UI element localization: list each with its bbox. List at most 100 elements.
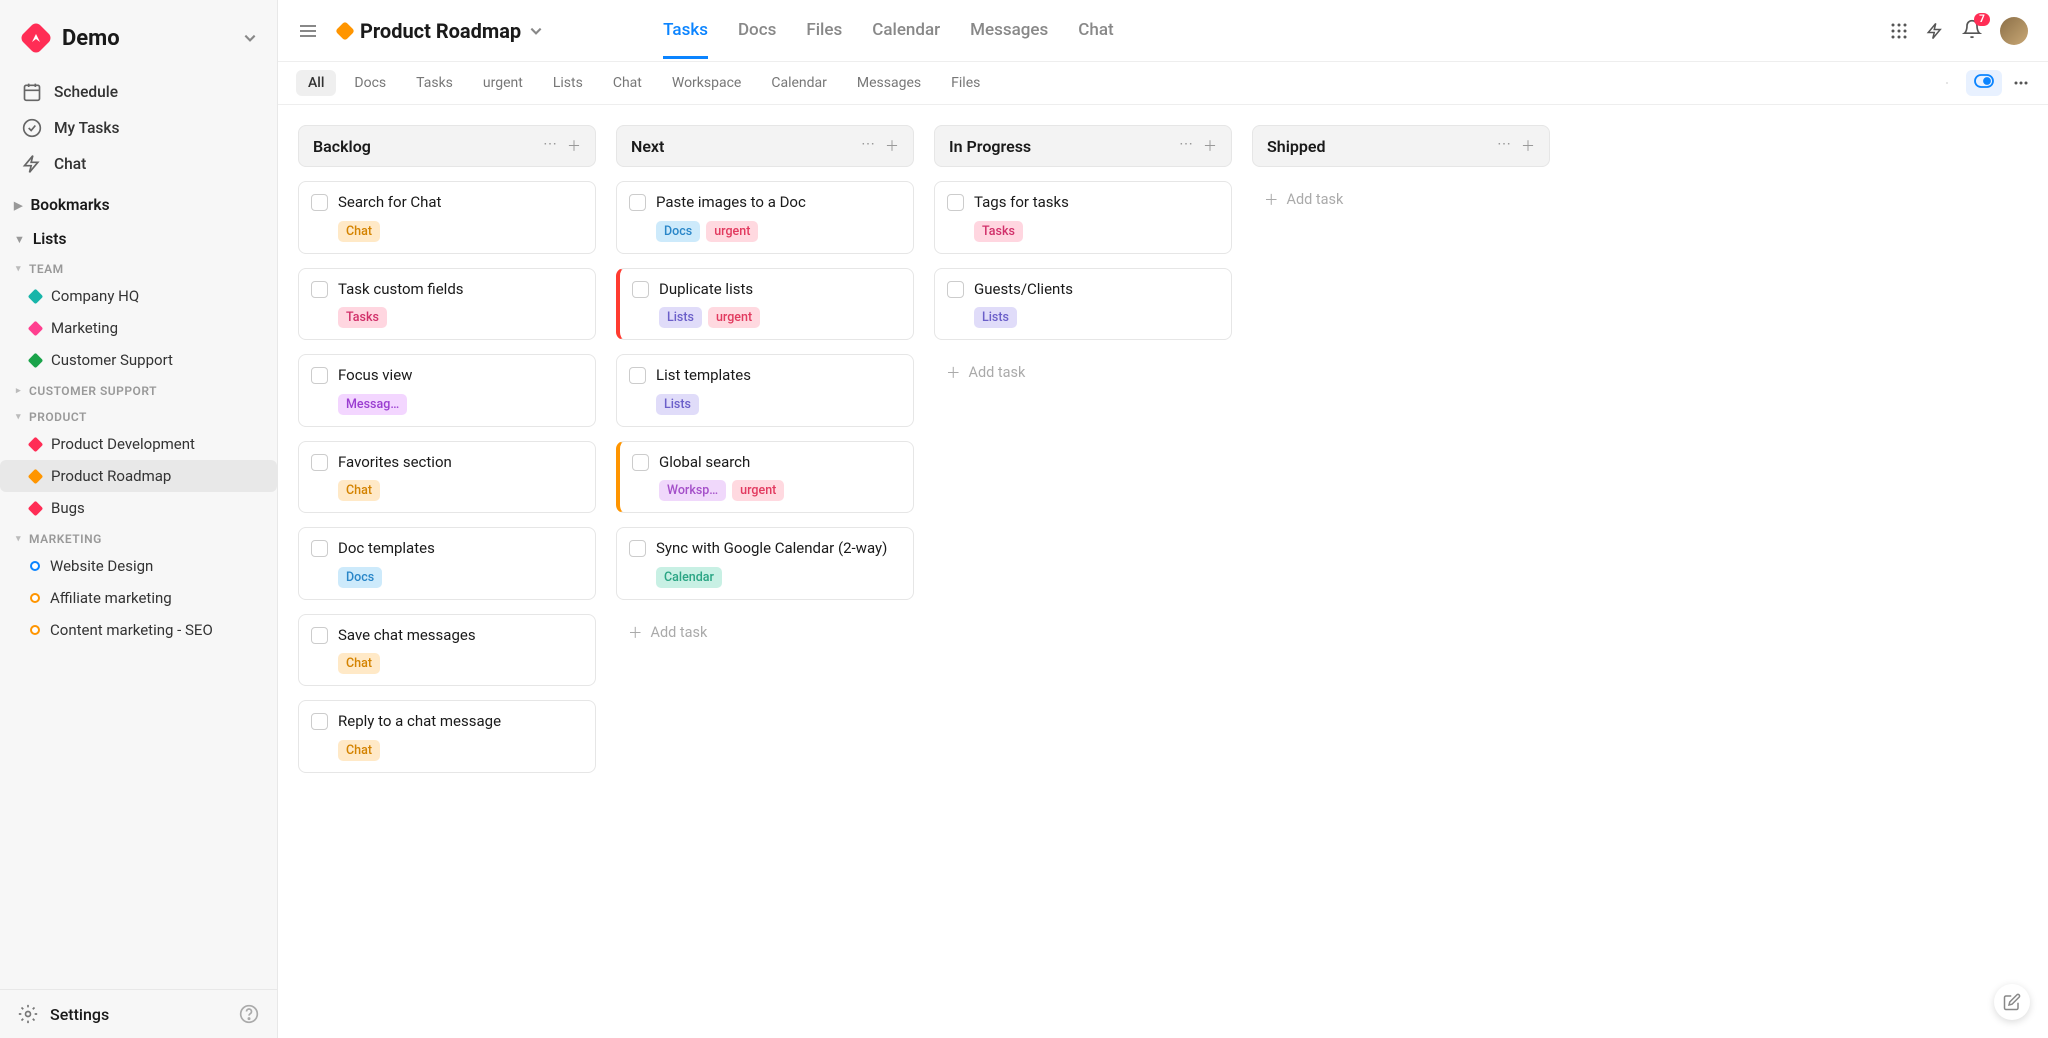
sidebar-nav-chat[interactable]: Chat — [10, 146, 267, 182]
bolt-icon[interactable] — [1926, 22, 1944, 40]
filter-chip-calendar[interactable]: Calendar — [759, 70, 839, 96]
sidebar-list-bugs[interactable]: Bugs — [0, 492, 277, 524]
task-checkbox[interactable] — [629, 367, 646, 384]
sidebar-list-website-design[interactable]: Website Design — [0, 550, 277, 582]
task-card[interactable]: List templatesLists — [616, 354, 914, 427]
sidebar-nav-my-tasks[interactable]: My Tasks — [10, 110, 267, 146]
task-card[interactable]: Search for ChatChat — [298, 181, 596, 254]
filter-chip-files[interactable]: Files — [939, 70, 992, 96]
sidebar-list-marketing[interactable]: Marketing — [0, 312, 277, 344]
filter-chip-lists[interactable]: Lists — [541, 70, 595, 96]
tag[interactable]: Tasks — [974, 221, 1023, 242]
column-header[interactable]: Shipped ⋯ ＋ — [1252, 125, 1550, 167]
tab-calendar[interactable]: Calendar — [872, 2, 940, 59]
tab-messages[interactable]: Messages — [970, 2, 1048, 59]
hamburger-icon[interactable] — [298, 21, 318, 41]
task-checkbox[interactable] — [629, 540, 646, 557]
task-checkbox[interactable] — [311, 627, 328, 644]
tag[interactable]: Lists — [974, 307, 1017, 328]
tag[interactable]: Chat — [338, 740, 380, 761]
task-card[interactable]: Global searchWorksp…urgent — [616, 441, 914, 514]
sidebar-list-content-marketing---seo[interactable]: Content marketing - SEO — [0, 614, 277, 646]
more-icon[interactable]: ⋯ — [543, 136, 557, 156]
task-checkbox[interactable] — [311, 454, 328, 471]
tag[interactable]: Docs — [656, 221, 700, 242]
task-card[interactable]: Focus viewMessag… — [298, 354, 596, 427]
add-icon[interactable]: ＋ — [885, 136, 899, 156]
tab-chat[interactable]: Chat — [1078, 2, 1113, 59]
tag[interactable]: Docs — [338, 567, 382, 588]
sidebar-list-product-roadmap[interactable]: Product Roadmap — [0, 460, 277, 492]
tag[interactable]: Worksp… — [659, 480, 726, 501]
tag[interactable]: Tasks — [338, 307, 387, 328]
more-icon[interactable] — [2012, 74, 2030, 92]
list-view-icon[interactable] — [1938, 74, 1956, 92]
task-card[interactable]: Task custom fieldsTasks — [298, 268, 596, 341]
filter-chip-docs[interactable]: Docs — [342, 70, 398, 96]
task-card[interactable]: Paste images to a DocDocsurgent — [616, 181, 914, 254]
task-checkbox[interactable] — [311, 194, 328, 211]
help-icon[interactable] — [239, 1004, 259, 1024]
board-view-icon[interactable] — [1966, 70, 2002, 96]
apps-grid-icon[interactable] — [1890, 22, 1908, 40]
tag[interactable]: Lists — [656, 394, 699, 415]
filter-chip-chat[interactable]: Chat — [601, 70, 654, 96]
tag[interactable]: Chat — [338, 221, 380, 242]
sidebar-list-company-hq[interactable]: Company HQ — [0, 280, 277, 312]
task-checkbox[interactable] — [311, 713, 328, 730]
notifications-button[interactable]: 7 — [1962, 19, 1982, 43]
bookmarks-header[interactable]: ▶ Bookmarks — [0, 186, 277, 220]
sidebar-list-product-development[interactable]: Product Development — [0, 428, 277, 460]
column-header[interactable]: Backlog ⋯ ＋ — [298, 125, 596, 167]
task-card[interactable]: Tags for tasksTasks — [934, 181, 1232, 254]
task-checkbox[interactable] — [947, 281, 964, 298]
task-card[interactable]: Favorites sectionChat — [298, 441, 596, 514]
task-checkbox[interactable] — [311, 540, 328, 557]
group-header-product[interactable]: ▾PRODUCT — [0, 402, 277, 428]
more-icon[interactable]: ⋯ — [1179, 136, 1193, 156]
task-checkbox[interactable] — [311, 367, 328, 384]
group-header-marketing[interactable]: ▾MARKETING — [0, 524, 277, 550]
add-task-button[interactable]: ＋Add task — [934, 354, 1232, 391]
task-checkbox[interactable] — [632, 454, 649, 471]
breadcrumb[interactable]: Product Roadmap — [338, 19, 543, 43]
tag[interactable]: urgent — [706, 221, 758, 242]
filter-chip-messages[interactable]: Messages — [845, 70, 933, 96]
more-icon[interactable]: ⋯ — [861, 136, 875, 156]
task-card[interactable]: Doc templatesDocs — [298, 527, 596, 600]
sidebar-list-customer-support[interactable]: Customer Support — [0, 344, 277, 376]
settings-button[interactable]: Settings — [0, 989, 277, 1038]
filter-chip-all[interactable]: All — [296, 70, 336, 96]
task-checkbox[interactable] — [311, 281, 328, 298]
add-icon[interactable]: ＋ — [1203, 136, 1217, 156]
avatar[interactable] — [2000, 17, 2028, 45]
tag[interactable]: urgent — [708, 307, 760, 328]
group-header-customer-support[interactable]: ▸CUSTOMER SUPPORT — [0, 376, 277, 402]
tag[interactable]: Calendar — [656, 567, 722, 588]
task-card[interactable]: Reply to a chat messageChat — [298, 700, 596, 773]
task-card[interactable]: Guests/ClientsLists — [934, 268, 1232, 341]
more-icon[interactable]: ⋯ — [1497, 136, 1511, 156]
tag[interactable]: Lists — [659, 307, 702, 328]
tab-tasks[interactable]: Tasks — [663, 2, 708, 59]
task-card[interactable]: Save chat messagesChat — [298, 614, 596, 687]
tag[interactable]: Chat — [338, 653, 380, 674]
compose-fab[interactable] — [1994, 984, 2030, 1020]
task-checkbox[interactable] — [629, 194, 646, 211]
filter-chip-workspace[interactable]: Workspace — [660, 70, 754, 96]
tag[interactable]: Messag… — [338, 394, 407, 415]
filter-chip-tasks[interactable]: Tasks — [404, 70, 465, 96]
add-task-button[interactable]: ＋Add task — [616, 614, 914, 651]
task-checkbox[interactable] — [632, 281, 649, 298]
task-checkbox[interactable] — [947, 194, 964, 211]
workspace-switcher[interactable]: Demo — [0, 0, 277, 70]
column-header[interactable]: Next ⋯ ＋ — [616, 125, 914, 167]
tab-files[interactable]: Files — [806, 2, 842, 59]
group-header-team[interactable]: ▾TEAM — [0, 254, 277, 280]
tab-docs[interactable]: Docs — [738, 2, 776, 59]
task-card[interactable]: Duplicate listsListsurgent — [616, 268, 914, 341]
filter-chip-urgent[interactable]: urgent — [471, 70, 535, 96]
sidebar-nav-schedule[interactable]: Schedule — [10, 74, 267, 110]
add-icon[interactable]: ＋ — [567, 136, 581, 156]
column-header[interactable]: In Progress ⋯ ＋ — [934, 125, 1232, 167]
